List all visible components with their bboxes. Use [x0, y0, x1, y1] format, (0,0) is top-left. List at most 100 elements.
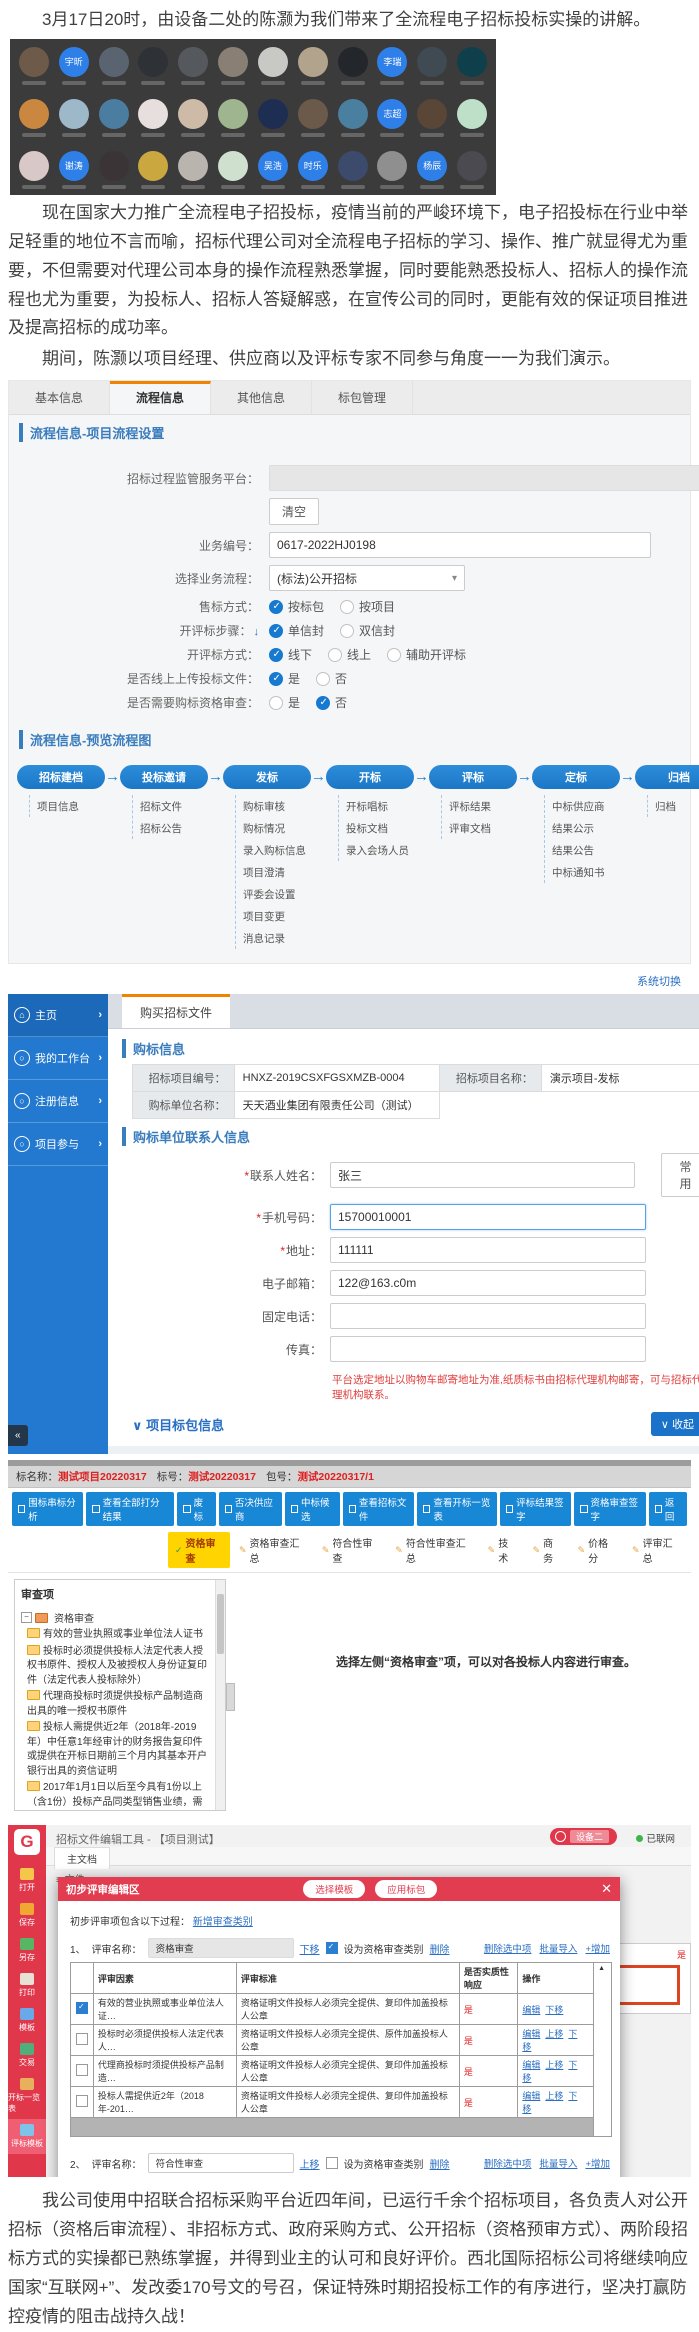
flow-substep[interactable]: 结果公示	[545, 817, 620, 839]
flow-node[interactable]: 投标邀请	[120, 765, 208, 789]
flow-substep[interactable]: 评审文档	[442, 817, 517, 839]
review-name-input[interactable]: 符合性审查	[148, 2153, 294, 2173]
close-icon[interactable]: ✕	[601, 1881, 612, 1897]
op-link-下移[interactable]: 下移	[545, 2005, 563, 2015]
flow-select[interactable]: (标法)公开招标▾	[269, 565, 465, 591]
radio-线上[interactable]: 线上	[328, 646, 371, 663]
bulk-link-批量导入[interactable]: 批量导入	[539, 2156, 577, 2170]
collapse-icon[interactable]: −	[21, 1612, 32, 1623]
collapse-button[interactable]: ∨ 收起	[651, 1412, 699, 1436]
editor-tool-打开[interactable]: 打开	[8, 1863, 46, 1898]
flow-node[interactable]: 定标	[532, 765, 620, 789]
tab-main-doc[interactable]: 主文档	[54, 1847, 110, 1869]
op-link-编辑[interactable]: 编辑	[522, 2091, 540, 2101]
tab-基本信息[interactable]: 基本信息	[9, 381, 110, 414]
review-tab-评审汇总[interactable]: ✎评审汇总	[625, 1532, 687, 1568]
radio-单信封[interactable]: 单信封	[269, 622, 324, 639]
package-info-toggle[interactable]: ∨ 项目标包信息	[132, 1415, 224, 1434]
sidebar-item-注册信息[interactable]: ○注册信息›	[8, 1080, 108, 1123]
toolbar-button-否决供应商[interactable]: 否决供应商	[219, 1492, 282, 1526]
flow-node[interactable]: 归档	[635, 765, 699, 789]
common-contacts-button[interactable]: 常用	[661, 1153, 699, 1197]
flow-substep[interactable]: 中标通知书	[545, 861, 620, 883]
toolbar-button-评标结果签字[interactable]: 评标结果签字	[500, 1492, 571, 1526]
review-tab-价格分[interactable]: ✎价格分	[571, 1532, 623, 1568]
bulk-link-+增加[interactable]: +增加	[585, 1941, 610, 1955]
flow-substep[interactable]: 中标供应商	[545, 795, 620, 817]
platform-input[interactable]	[269, 465, 699, 491]
sidebar-collapse-button[interactable]: «	[8, 1425, 28, 1446]
row-checkbox[interactable]	[76, 2033, 88, 2045]
op-link-上移[interactable]: 上移	[545, 2060, 563, 2070]
flow-substep[interactable]: 投标文档	[339, 817, 414, 839]
bulk-link-批量导入[interactable]: 批量导入	[539, 1941, 577, 1955]
add-category-link[interactable]: 新增审查类别	[193, 1917, 253, 1928]
editor-tool-模板[interactable]: 模板	[8, 2003, 46, 2038]
sidebar-item-项目参与[interactable]: ○项目参与›	[8, 1123, 108, 1166]
bulk-link-删除选中项[interactable]: 删除选中项	[484, 2156, 532, 2170]
field-input[interactable]: 111111	[330, 1237, 646, 1263]
radio-否[interactable]: 否	[316, 670, 347, 687]
flow-substep[interactable]: 评标结果	[442, 795, 517, 817]
tree-item[interactable]: 2017年1月1日以后至今具有1份以上（含1份）投标产品同类型销售业绩，需提供相…	[27, 1781, 211, 1811]
tab-purchase-doc[interactable]: 购买招标文件	[122, 994, 230, 1028]
review-tab-资格审查[interactable]: ✓资格审查	[168, 1532, 230, 1568]
field-input[interactable]: 张三	[330, 1162, 635, 1188]
qualification-checkbox[interactable]	[326, 1942, 338, 1954]
flow-substep[interactable]: 归档	[648, 795, 699, 817]
radio-是[interactable]: 是	[269, 694, 300, 711]
splitter-handle[interactable]	[226, 1683, 235, 1711]
field-input[interactable]	[330, 1303, 646, 1329]
dialog-button-选择模板[interactable]: 选择模板	[303, 1880, 365, 1898]
field-input[interactable]: 122@163.c0m	[330, 1270, 646, 1296]
flow-node[interactable]: 开标	[326, 765, 414, 789]
editor-tool-评标模板[interactable]: 评标模板	[8, 2119, 46, 2154]
review-tab-技术[interactable]: ✎技术	[481, 1532, 524, 1568]
toolbar-button-围标串标分析[interactable]: 围标串标分析	[12, 1492, 83, 1526]
tree-root-qualification[interactable]: − 资格审查	[21, 1610, 211, 1625]
flow-substep[interactable]: 消息记录	[236, 927, 311, 949]
radio-按项目[interactable]: 按项目	[340, 598, 395, 615]
radio-线下[interactable]: 线下	[269, 646, 312, 663]
flow-node[interactable]: 评标	[429, 765, 517, 789]
biz-no-input[interactable]: 0617-2022HJ0198	[269, 532, 651, 558]
flow-substep[interactable]: 录入购标信息	[236, 839, 311, 861]
row-checkbox[interactable]	[76, 2095, 88, 2107]
radio-是[interactable]: 是	[269, 670, 300, 687]
radio-按标包[interactable]: 按标包	[269, 598, 324, 615]
flow-substep[interactable]: 项目澄清	[236, 861, 311, 883]
radio-辅助开评标[interactable]: 辅助开评标	[387, 646, 466, 663]
flow-substep[interactable]: 招标公告	[133, 817, 208, 839]
tree-item[interactable]: 投标时必须提供投标人法定代表人授权书原件、授权人及被授权人身份证复印件（法定代表…	[27, 1645, 211, 1689]
editor-tool-另存[interactable]: 另存	[8, 1933, 46, 1968]
review-tab-符合性审查[interactable]: ✎符合性审查	[315, 1532, 386, 1568]
editor-tool-保存[interactable]: 保存	[8, 1898, 46, 1933]
bulk-link-删除选中项[interactable]: 删除选中项	[484, 1941, 532, 1955]
field-input[interactable]: 15700010001	[330, 1204, 646, 1230]
clear-button[interactable]: 清空	[269, 498, 319, 525]
dialog-button-应用标包[interactable]: 应用标包	[375, 1880, 437, 1898]
flow-substep[interactable]: 项目变更	[236, 905, 311, 927]
toolbar-button-查看全部打分结果[interactable]: 查看全部打分结果	[86, 1492, 174, 1526]
row-checkbox[interactable]	[76, 2064, 88, 2076]
editor-tool-交易[interactable]: 交易	[8, 2038, 46, 2073]
review-name-input[interactable]: 资格审查	[148, 1938, 294, 1958]
flow-substep[interactable]: 招标文件	[133, 795, 208, 817]
op-link-编辑[interactable]: 编辑	[522, 2060, 540, 2070]
qualification-checkbox[interactable]	[326, 2157, 338, 2169]
flow-substep[interactable]: 开标唱标	[339, 795, 414, 817]
system-switch-link[interactable]: 系统切换	[637, 973, 681, 989]
delete-section-link[interactable]: 删除	[430, 1941, 450, 1956]
op-link-编辑[interactable]: 编辑	[522, 2029, 540, 2039]
flow-node[interactable]: 发标	[223, 765, 311, 789]
toolbar-button-返回[interactable]: 返回	[649, 1492, 687, 1526]
flow-substep[interactable]: 购标情况	[236, 817, 311, 839]
sidebar-item-我的工作台[interactable]: ○我的工作台›	[8, 1037, 108, 1080]
toolbar-button-废标[interactable]: 废标	[177, 1492, 215, 1526]
move-section-link[interactable]: 上移	[300, 2156, 320, 2171]
tree-item[interactable]: 代理商投标时须提供投标产品制造商出具的唯一授权书原件	[27, 1690, 211, 1719]
flow-node[interactable]: 招标建档	[17, 765, 105, 789]
flow-substep[interactable]: 结果公告	[545, 839, 620, 861]
review-tab-资格审查汇总[interactable]: ✎资格审查汇总	[232, 1532, 313, 1568]
radio-双信封[interactable]: 双信封	[340, 622, 395, 639]
